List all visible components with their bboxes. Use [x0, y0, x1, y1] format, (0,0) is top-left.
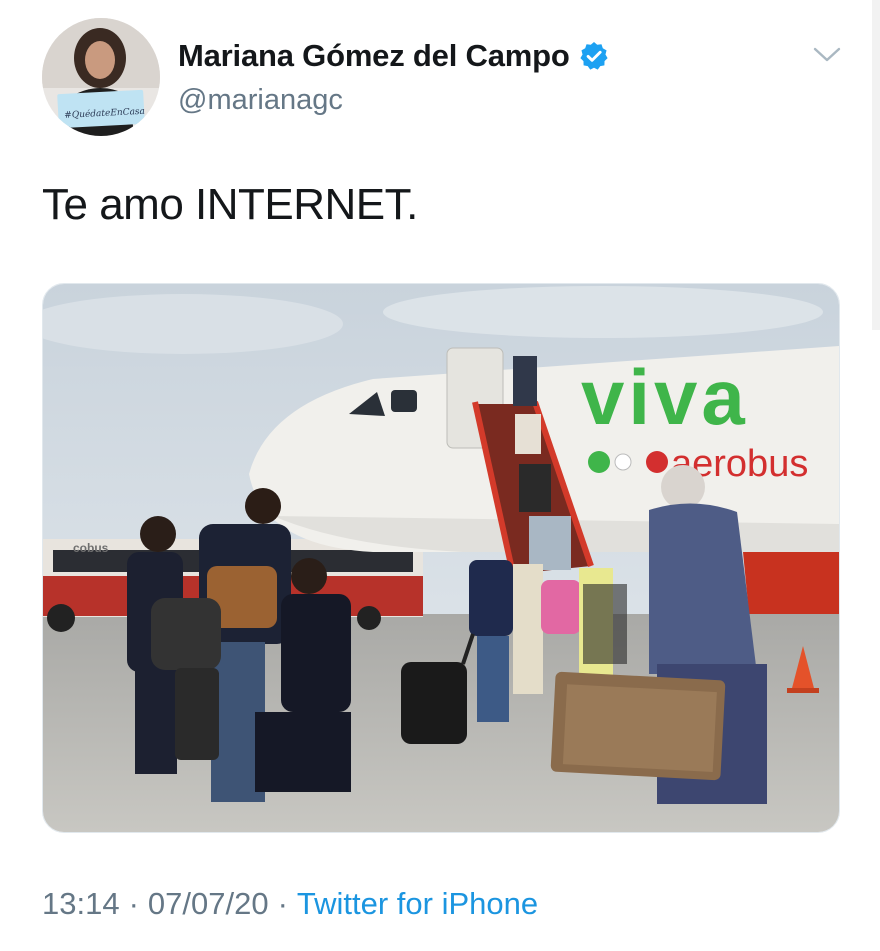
tweet-time[interactable]: 13:14 — [42, 886, 120, 922]
scrollbar-track[interactable] — [872, 0, 880, 330]
tweet-media-image[interactable]: cobus viva aerobus — [42, 283, 840, 833]
meta-separator: · — [128, 886, 139, 921]
tweet-text: Te amo INTERNET. — [42, 180, 418, 229]
meta-separator: · — [277, 886, 288, 921]
tweet-source-link[interactable]: Twitter for iPhone — [297, 886, 538, 922]
author-handle[interactable]: @marianagc — [178, 84, 343, 117]
avatar[interactable]: #QuédateEnCasa — [42, 18, 160, 136]
tweet-date[interactable]: 07/07/20 — [148, 886, 269, 922]
author-name-row[interactable]: Mariana Gómez del Campo — [178, 38, 610, 74]
airline-logo-main: viva — [581, 353, 749, 441]
tweet-meta: 13:14 · 07/07/20 · Twitter for iPhone — [42, 886, 538, 922]
verified-badge-icon — [580, 42, 608, 70]
bus-text: cobus — [73, 541, 109, 555]
display-name[interactable]: Mariana Gómez del Campo — [178, 38, 570, 74]
chevron-down-icon[interactable] — [812, 44, 842, 66]
